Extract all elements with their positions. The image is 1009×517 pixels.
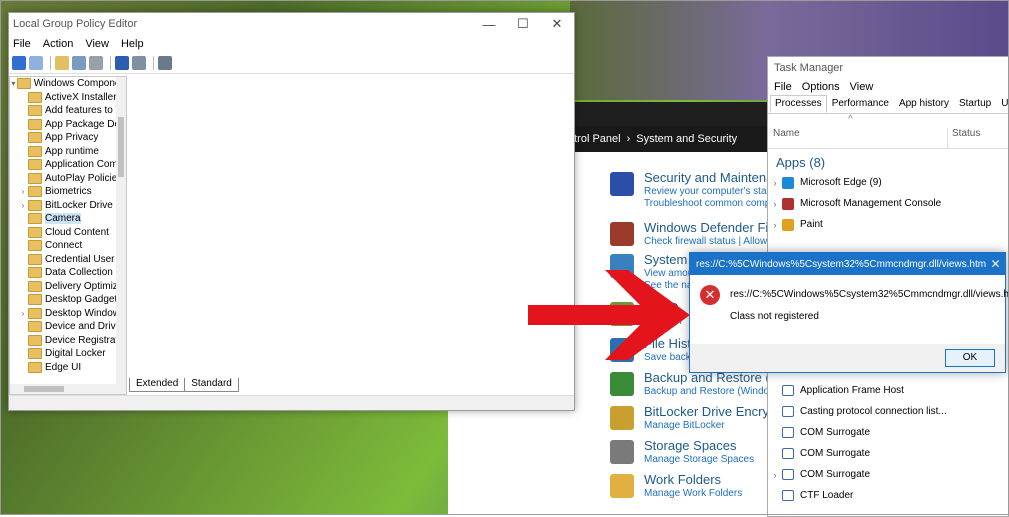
red-arrow-shape (528, 270, 690, 360)
red-arrow-annotation (528, 270, 690, 360)
